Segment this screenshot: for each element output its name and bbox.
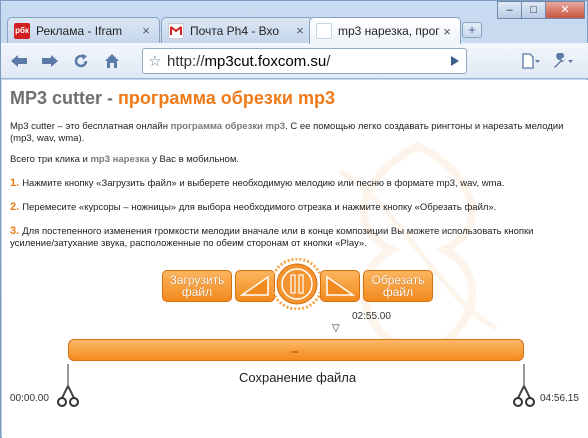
close-window-button[interactable]: ✕ <box>545 1 585 19</box>
tab-title: mp3 нарезка, прог <box>338 24 440 38</box>
wrench-icon <box>554 53 573 68</box>
reload-icon <box>74 53 88 67</box>
intro-text: Mp3 cutter – это бесплатная онлайн <box>10 121 171 132</box>
step-text: Для постепенного изменения громкости мел… <box>10 226 534 249</box>
home-icon <box>105 53 119 68</box>
fade-out-icon <box>326 275 355 296</box>
forward-arrow-icon <box>42 54 58 67</box>
forward-button[interactable] <box>37 48 63 74</box>
page-title: MP3 cutter - программа обрезки mp3 <box>10 88 335 109</box>
page-menu-button[interactable] <box>515 50 547 72</box>
gmail-favicon-icon <box>168 22 184 39</box>
go-button[interactable] <box>443 48 467 74</box>
cut-file-button[interactable]: Обрезать файл <box>363 270 433 302</box>
tab-close-icon[interactable]: × <box>293 23 307 38</box>
title-prefix: MP3 cutter - <box>10 88 119 108</box>
left-scissors-cursor-icon[interactable] <box>56 364 80 408</box>
tab-title: Реклама - Ifram <box>36 23 123 38</box>
step-number: 1. <box>10 177 20 189</box>
home-button[interactable] <box>99 48 125 74</box>
url-path: / <box>326 52 331 70</box>
fade-in-button[interactable] <box>235 270 275 302</box>
browser-window: рбк Реклама - Ifram × Почта Ph4 - Вхо × … <box>0 0 588 438</box>
save-file-label: Сохранение файла <box>239 370 357 385</box>
step-number: 2. <box>10 201 20 213</box>
maximize-button[interactable]: □ <box>521 1 546 19</box>
wrench-menu-button[interactable] <box>547 50 579 72</box>
start-time: 00:00.00 <box>10 393 49 404</box>
line2-text: Всего три клика и <box>10 154 91 165</box>
address-bar[interactable]: ☆ http://mp3cut.foxcom.su/ <box>142 48 467 74</box>
tab-title: Почта Ph4 - Вхо <box>190 23 280 38</box>
play-pause-button[interactable] <box>271 258 323 310</box>
step-text: Нажмите кнопку «Загрузить файл» и выбере… <box>22 178 505 189</box>
page-menu-icon <box>522 53 540 69</box>
line2-highlight: mp3 нарезка <box>90 154 150 165</box>
step-text: Перемесите «курсоры – ножницы» для выбор… <box>22 202 497 213</box>
step-2: 2. Перемесите «курсоры – ножницы» для выб… <box>10 201 580 214</box>
window-controls: – □ ✕ <box>497 1 585 19</box>
current-time: 02:55.00 <box>352 311 391 322</box>
reload-button[interactable] <box>68 48 94 74</box>
back-arrow-icon <box>11 54 27 67</box>
new-tab-button[interactable]: + <box>462 22 482 38</box>
tab-close-icon[interactable]: × <box>440 24 454 39</box>
line2-text-end: у Вас в мобильном. <box>149 154 240 165</box>
tab-strip: рбк Реклама - Ifram × Почта Ph4 - Вхо × … <box>1 1 588 44</box>
intro-paragraph: Mp3 cutter – это бесплатная онлайн прогр… <box>10 121 580 145</box>
web-page: MP3 cutter - программа обрезки mp3 Mp3 c… <box>2 80 588 438</box>
end-time: 04:56.15 <box>540 393 579 404</box>
three-clicks-line: Всего три клика и mp3 нарезка у Вас в мо… <box>10 154 239 166</box>
url-scheme: http:// <box>167 52 205 70</box>
tab-ad[interactable]: рбк Реклама - Ifram × <box>7 17 160 43</box>
step-1: 1. Нажмите кнопку «Загрузить файл» и выбе… <box>10 177 580 190</box>
selection-bar[interactable]: ▬ <box>68 339 524 361</box>
fade-in-icon <box>240 275 269 296</box>
back-button[interactable] <box>6 48 32 74</box>
step-3: 3. Для постепенного изменения громкости м… <box>10 225 560 250</box>
step-number: 3. <box>10 225 20 237</box>
right-scissors-cursor-icon[interactable] <box>512 364 536 408</box>
toolbar-right <box>515 50 579 72</box>
minimize-button[interactable]: – <box>497 1 522 19</box>
title-accent: программа обрезки mp3 <box>118 88 335 108</box>
upload-file-button[interactable]: Загрузить файл <box>162 270 232 302</box>
playhead-marker-icon[interactable]: ▽ <box>332 323 340 334</box>
page-favicon-icon <box>316 23 332 39</box>
url-host: mp3cut.foxcom.su <box>204 52 327 70</box>
tab-close-icon[interactable]: × <box>139 23 153 38</box>
play-go-icon <box>451 56 459 66</box>
url-text: http://mp3cut.foxcom.su/ <box>167 53 330 70</box>
tab-mail[interactable]: Почта Ph4 - Вхо × <box>161 17 314 43</box>
star-icon[interactable]: ☆ <box>143 52 167 70</box>
fade-out-button[interactable] <box>320 270 360 302</box>
browser-toolbar: ☆ http://mp3cut.foxcom.su/ <box>1 43 588 79</box>
grip-icon[interactable]: ▬ <box>291 348 299 355</box>
rbc-favicon-icon: рбк <box>14 22 30 39</box>
intro-highlight: программа обрезки mp3 <box>170 121 286 132</box>
tab-mp3cut[interactable]: mp3 нарезка, прог × <box>309 17 461 44</box>
